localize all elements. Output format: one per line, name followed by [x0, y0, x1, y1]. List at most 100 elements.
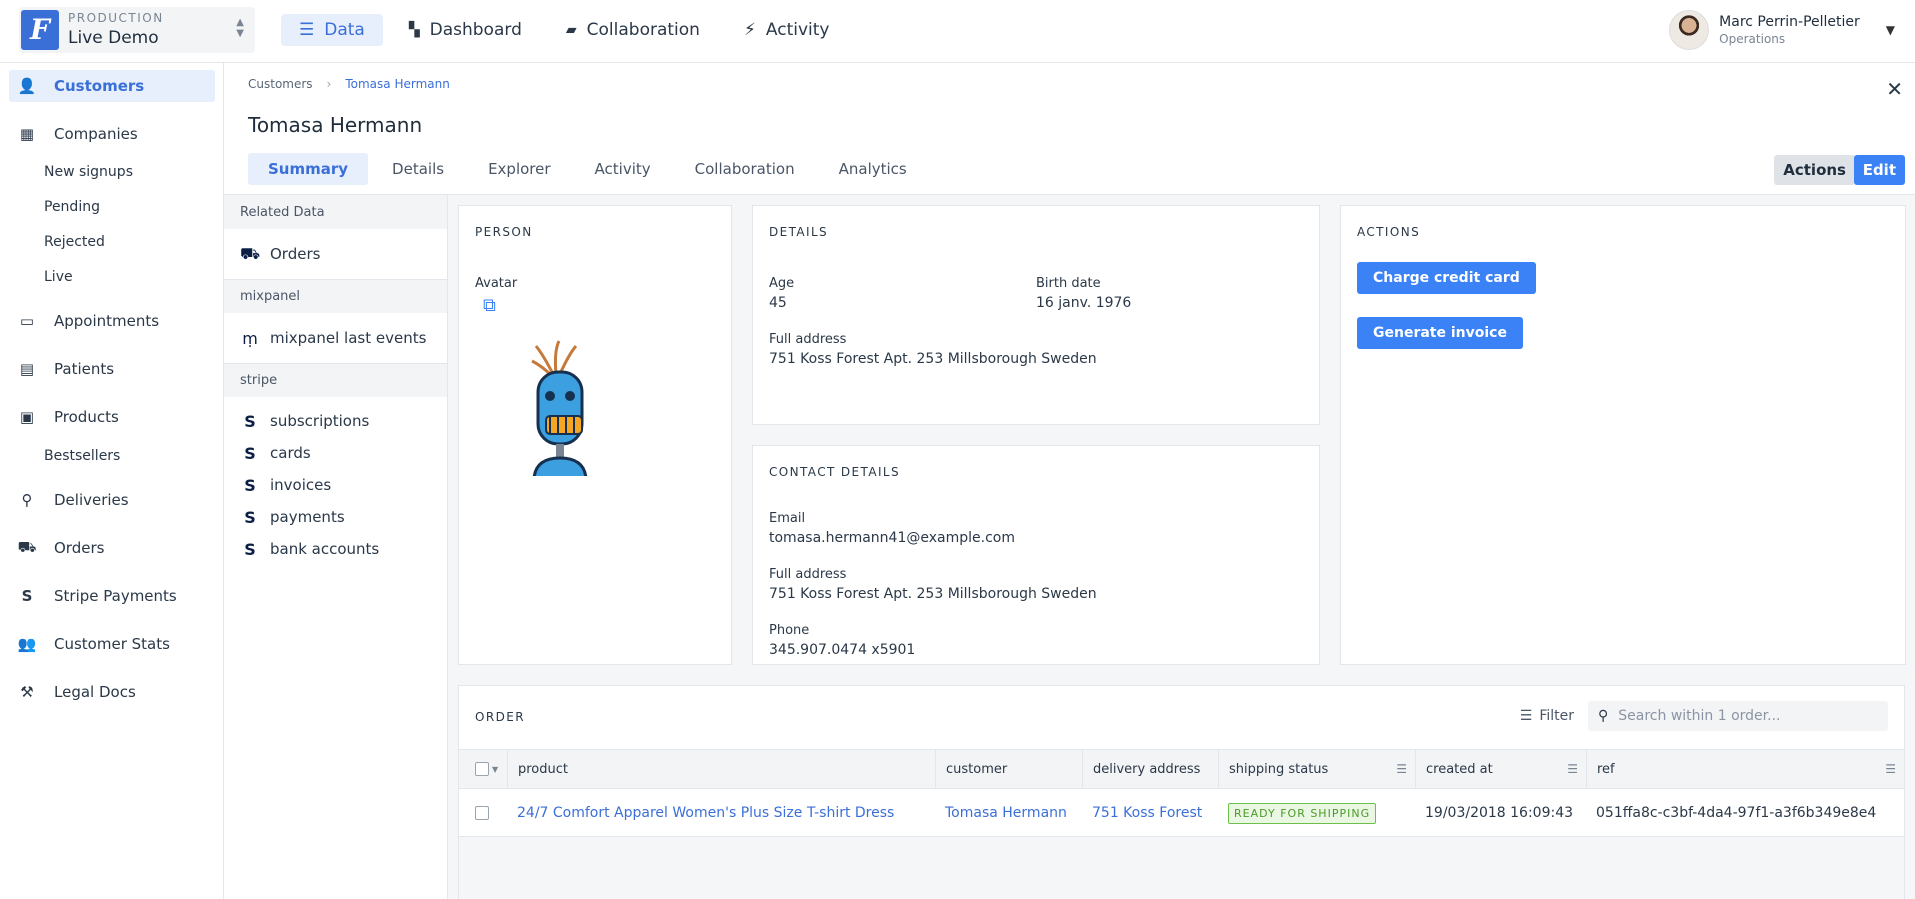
related-item-subscriptions[interactable]: S subscriptions	[224, 405, 447, 437]
order-table-card: ORDER ☰ Filter ⚲ ▼ product customer deli…	[458, 685, 1905, 899]
cell-created-at: 19/03/2018 16:09:43	[1425, 805, 1574, 821]
column-header-product[interactable]: product	[507, 750, 935, 788]
table-header: ▼ product customer delivery address ship…	[459, 749, 1904, 789]
topnav-collaboration[interactable]: ▰ Collaboration	[548, 14, 718, 46]
sidebar-item-label: Appointments	[54, 312, 160, 330]
topnav-label: Activity	[765, 20, 830, 40]
related-item-label: subscriptions	[270, 412, 370, 430]
column-header-shipping-status[interactable]: shipping status ☰	[1218, 750, 1415, 788]
sidebar-subitem-bestsellers[interactable]: Bestsellers	[44, 448, 120, 464]
sidebar-item-label: Customer Stats	[54, 635, 170, 653]
users-icon: 👥	[17, 635, 37, 653]
card-title: CONTACT DETAILS	[769, 465, 900, 479]
sidebar-item-label: Stripe Payments	[54, 587, 177, 605]
external-link-icon[interactable]: ⧉	[483, 295, 496, 316]
breadcrumb-current[interactable]: Tomasa Hermann	[345, 77, 449, 91]
person-card: PERSON Avatar ⧉	[458, 205, 732, 665]
cell-product[interactable]: 24/7 Comfort Apparel Women's Plus Size T…	[507, 789, 935, 837]
tab-activity[interactable]: Activity	[575, 153, 671, 185]
sidebar-item-orders[interactable]: ⛟ Orders	[9, 532, 215, 564]
sidebar-item-customer-stats[interactable]: 👥 Customer Stats	[9, 628, 215, 660]
generate-invoice-button[interactable]: Generate invoice	[1357, 317, 1523, 349]
related-item-label: bank accounts	[270, 540, 380, 558]
tab-details[interactable]: Details	[372, 153, 464, 185]
sidebar-item-legal-docs[interactable]: ⚒ Legal Docs	[9, 676, 215, 708]
user-role: Operations	[1719, 32, 1786, 46]
stripe-icon: S	[244, 475, 256, 495]
phone-label: Phone	[769, 623, 810, 638]
topnav-data[interactable]: ☰ Data	[281, 14, 383, 46]
calendar-icon: ▭	[19, 312, 35, 330]
table-empty-area	[459, 837, 1904, 899]
sidebar-item-deliveries[interactable]: ⚲ Deliveries	[9, 484, 215, 516]
select-all-checkbox[interactable]: ▼	[459, 750, 507, 788]
related-item-bank-accounts[interactable]: S bank accounts	[224, 533, 447, 565]
filter-button[interactable]: ☰ Filter	[1520, 708, 1574, 724]
list-icon: ☰	[299, 20, 315, 40]
breadcrumb: Customers › Tomasa Hermann	[248, 77, 450, 91]
user-menu[interactable]: Marc Perrin-Pelletier Operations ▼	[1669, 9, 1895, 51]
cell-delivery-address[interactable]: 751 Koss Forest	[1082, 789, 1218, 837]
card-title: ACTIONS	[1357, 225, 1421, 239]
related-item-invoices[interactable]: S invoices	[224, 469, 447, 501]
column-header-customer[interactable]: customer	[935, 750, 1082, 788]
tab-collaboration[interactable]: Collaboration	[675, 153, 815, 185]
column-header-created-at[interactable]: created at ☰	[1415, 750, 1586, 788]
sidebar-subitem-new-signups[interactable]: New signups	[44, 164, 133, 180]
sidebar-item-companies[interactable]: ▦ Companies	[9, 118, 215, 150]
row-checkbox[interactable]	[465, 789, 507, 837]
gavel-icon: ⚒	[20, 683, 34, 701]
full-address-value: 751 Koss Forest Apt. 253 Millsborough Sw…	[769, 351, 1097, 367]
full-address-label: Full address	[769, 567, 847, 582]
column-filter-icon[interactable]: ☰	[1396, 762, 1407, 776]
related-item-cards[interactable]: S cards	[224, 437, 447, 469]
sidebar: 👤 Customers ▦ Companies New signups Pend…	[0, 63, 224, 899]
stripe-icon: S	[244, 539, 256, 559]
status-badge: READY FOR SHIPPING	[1228, 802, 1377, 824]
tab-summary[interactable]: Summary	[248, 153, 369, 185]
sidebar-subitem-live[interactable]: Live	[44, 269, 73, 285]
table-row[interactable]: 24/7 Comfort Apparel Women's Plus Size T…	[459, 789, 1904, 837]
sidebar-item-stripe-payments[interactable]: S Stripe Payments	[9, 580, 215, 612]
edit-button[interactable]: Edit	[1853, 155, 1905, 185]
related-item-orders[interactable]: ⛟ Orders	[224, 229, 447, 279]
chat-icon: ▰	[565, 22, 577, 38]
card-title: PERSON	[475, 225, 533, 239]
id-card-icon: ▤	[19, 360, 35, 378]
charge-credit-card-button[interactable]: Charge credit card	[1357, 262, 1536, 294]
checkbox	[475, 806, 489, 820]
cell-customer[interactable]: Tomasa Hermann	[935, 789, 1082, 837]
sidebar-item-products[interactable]: ▣ Products	[9, 401, 215, 433]
sidebar-item-appointments[interactable]: ▭ Appointments	[9, 305, 215, 337]
map-pin-icon: ⚲	[21, 491, 33, 509]
topnav-dashboard[interactable]: ▚ Dashboard	[391, 14, 540, 46]
related-section-title: mixpanel	[224, 279, 447, 313]
search-input[interactable]	[1618, 708, 1859, 724]
related-item-payments[interactable]: S payments	[224, 501, 447, 533]
record-tabs: Summary Details Explorer Activity Collab…	[248, 153, 927, 185]
tab-explorer[interactable]: Explorer	[468, 153, 570, 185]
sidebar-item-patients[interactable]: ▤ Patients	[9, 353, 215, 385]
sidebar-subitem-pending[interactable]: Pending	[44, 199, 100, 215]
building-icon: ▦	[19, 125, 35, 143]
column-filter-icon[interactable]: ☰	[1567, 762, 1578, 776]
related-item-mixpanel-last-events[interactable]: ṃ mixpanel last events	[224, 313, 447, 363]
tab-analytics[interactable]: Analytics	[819, 153, 927, 185]
sidebar-subitem-rejected[interactable]: Rejected	[44, 234, 105, 250]
breadcrumb-root[interactable]: Customers	[248, 77, 313, 91]
sidebar-item-label: Legal Docs	[54, 683, 136, 701]
column-header-delivery-address[interactable]: delivery address	[1082, 750, 1218, 788]
column-filter-icon[interactable]: ☰	[1885, 762, 1896, 776]
related-item-label: mixpanel last events	[270, 329, 427, 347]
close-icon[interactable]: ✕	[1886, 77, 1903, 101]
actions-button[interactable]: Actions	[1774, 155, 1855, 185]
avatar	[1669, 10, 1710, 50]
column-header-ref[interactable]: ref ☰	[1586, 750, 1904, 788]
sidebar-item-customers[interactable]: 👤 Customers	[9, 70, 215, 102]
cell-shipping-status: READY FOR SHIPPING	[1218, 789, 1415, 837]
top-bar: F PRODUCTION Live Demo ▲ ▼ ☰ Data ▚ Dashb…	[0, 0, 1915, 63]
search-icon: ⚲	[1598, 708, 1609, 724]
topnav-activity[interactable]: ⚡ Activity	[726, 14, 848, 46]
environment-switcher[interactable]: F PRODUCTION Live Demo ▲ ▼	[19, 7, 255, 53]
column-label: customer	[946, 761, 1008, 777]
